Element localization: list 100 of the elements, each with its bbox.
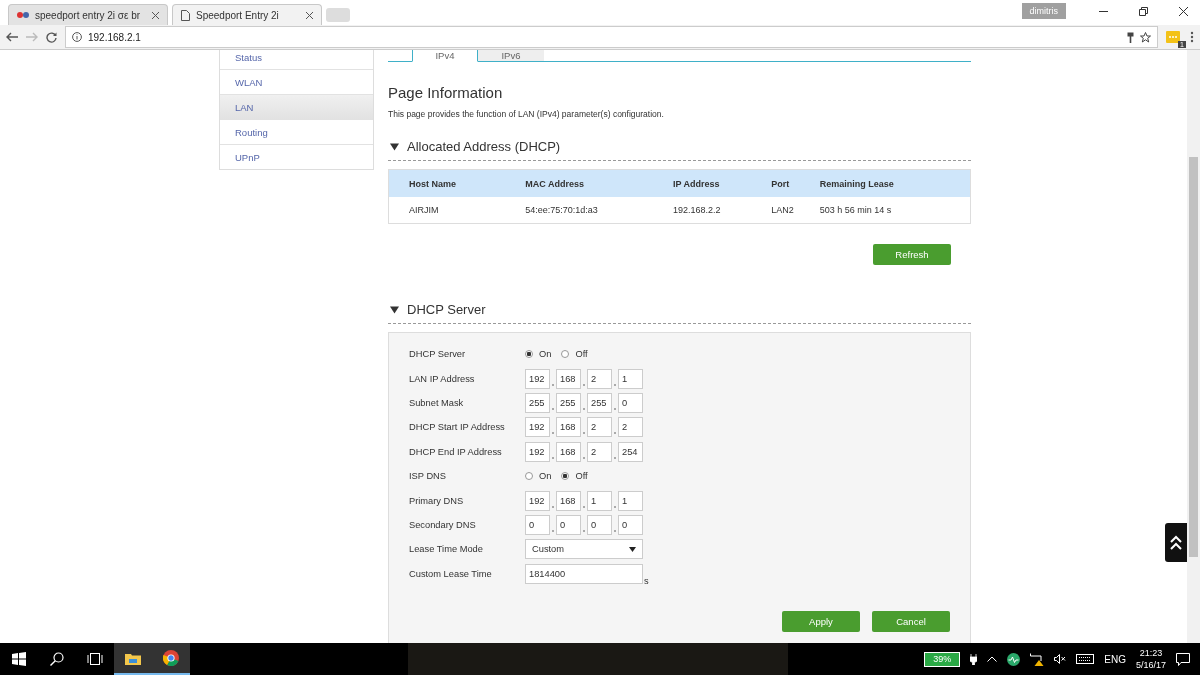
star-icon xyxy=(1140,31,1151,43)
sidebar-item[interactable]: Status xyxy=(220,50,373,69)
pulse-icon xyxy=(1007,652,1021,666)
octet-field[interactable]: 0 xyxy=(587,514,612,535)
octet-field[interactable]: 192 xyxy=(525,417,550,438)
dot-separator xyxy=(614,407,616,410)
octet-field[interactable]: 0 xyxy=(618,514,643,535)
octet-field[interactable]: 168 xyxy=(556,441,581,462)
octet-field[interactable]: 2 xyxy=(587,441,612,462)
table-cell: 503 h 56 min 14 s xyxy=(818,197,971,224)
octet-field[interactable]: 255 xyxy=(587,392,612,413)
octet-field[interactable]: 0 xyxy=(556,514,581,535)
field-label: ISP DNS xyxy=(409,471,448,482)
browser-tab[interactable]: Speedport Entry 2i xyxy=(172,4,322,25)
dot-separator xyxy=(583,505,585,508)
radio-label: Off xyxy=(575,349,588,360)
octet-field[interactable]: 192 xyxy=(525,368,550,389)
table-cell: AIRJIM xyxy=(388,197,525,224)
notification-icon xyxy=(1176,652,1190,666)
octet-field[interactable]: 255 xyxy=(525,392,550,413)
forward-icon xyxy=(26,32,38,42)
plug-icon xyxy=(970,653,978,665)
close-icon xyxy=(306,11,313,19)
octet-field[interactable]: 2 xyxy=(618,417,643,438)
field-label: DHCP End IP Address xyxy=(409,446,503,457)
dot-separator xyxy=(614,456,616,459)
keyboard-icon xyxy=(1076,654,1095,664)
file-explorer-button[interactable] xyxy=(114,643,152,675)
input-field[interactable]: 1814400 xyxy=(525,563,643,584)
dot-separator xyxy=(552,407,554,410)
sidebar-item[interactable]: UPnP xyxy=(220,144,373,169)
tab[interactable]: IPv6 xyxy=(478,50,544,61)
sidebar-item[interactable]: Routing xyxy=(220,119,373,144)
radio-button[interactable] xyxy=(525,350,533,359)
octet-field[interactable]: 1 xyxy=(587,490,612,511)
table-cell: 54:ee:75:70:1d:a3 xyxy=(524,197,673,224)
table-cell: 192.168.2.2 xyxy=(672,197,771,224)
search-icon xyxy=(50,652,64,666)
unit-label: s xyxy=(644,575,649,586)
column-header: IP Address xyxy=(672,169,771,197)
field-label: DHCP Start IP Address xyxy=(409,422,506,433)
octet-field[interactable]: 2 xyxy=(587,417,612,438)
field-label: LAN IP Address xyxy=(409,373,476,384)
dot-separator xyxy=(552,383,554,386)
back-icon xyxy=(6,32,18,42)
collapse-triangle-icon[interactable] xyxy=(390,142,399,151)
task-view-icon xyxy=(87,653,103,665)
browser-logo-icon xyxy=(163,650,179,666)
radio-button[interactable] xyxy=(561,472,570,481)
sidebar-item[interactable]: LAN xyxy=(220,94,373,119)
radio-button[interactable] xyxy=(525,472,533,481)
scrollbar[interactable] xyxy=(1187,50,1200,643)
address-bar[interactable]: 192.168.2.1 xyxy=(65,26,1158,48)
octet-field[interactable]: 254 xyxy=(618,441,643,462)
double-chevron-icon xyxy=(1170,534,1182,551)
octet-field[interactable]: 1 xyxy=(618,490,643,511)
folder-icon xyxy=(125,651,141,665)
field-label: Custom Lease Time xyxy=(409,568,493,579)
column-header: Host Name xyxy=(388,169,525,197)
back-to-top-button[interactable] xyxy=(1165,523,1187,562)
octet-field[interactable]: 192 xyxy=(525,441,550,462)
chevron-icon xyxy=(987,656,998,662)
page-description: This page provides the function of LAN (IPv4) parameter(s) configuration. xyxy=(388,109,665,119)
caret-icon xyxy=(629,546,636,552)
octet-field[interactable]: 0 xyxy=(618,392,643,413)
dot-separator xyxy=(583,407,585,410)
octet-field[interactable]: 192 xyxy=(525,490,550,511)
octet-field[interactable]: 2 xyxy=(587,368,612,389)
language-indicator[interactable]: ENG xyxy=(1104,653,1126,665)
browser-taskbar-button[interactable] xyxy=(152,643,190,675)
dot-separator xyxy=(614,383,616,386)
tab[interactable]: IPv4 xyxy=(412,50,478,62)
octet-field[interactable]: 255 xyxy=(556,392,581,413)
octet-field[interactable]: 1 xyxy=(618,368,643,389)
eyes-icon xyxy=(17,11,29,19)
octet-field[interactable]: 168 xyxy=(556,368,581,389)
page-icon xyxy=(181,9,190,21)
field-label: DHCP Server xyxy=(409,349,467,360)
field-label: Lease Time Mode xyxy=(409,544,484,555)
table-cell: LAN2 xyxy=(770,197,819,224)
close-icon xyxy=(152,11,159,19)
network-warning-icon xyxy=(1030,652,1045,666)
octet-field[interactable]: 168 xyxy=(556,417,581,438)
info-icon xyxy=(72,32,82,42)
radio-label: Off xyxy=(575,471,588,482)
radio-button[interactable] xyxy=(561,350,570,359)
octet-field[interactable]: 168 xyxy=(556,490,581,511)
close-icon xyxy=(1178,6,1188,16)
column-header: Remaining Lease xyxy=(818,169,971,197)
collapse-triangle-icon[interactable] xyxy=(390,305,399,314)
lease-mode-dropdown[interactable]: Custom xyxy=(525,539,643,560)
field-label: Primary DNS xyxy=(409,495,465,506)
section-title: DHCP Server xyxy=(407,302,486,317)
octet-field[interactable]: 0 xyxy=(525,514,550,535)
dot-separator xyxy=(614,505,616,508)
browser-tab[interactable]: speedport entry 2i σε br xyxy=(8,4,168,25)
clock[interactable]: 21:23 5/16/17 xyxy=(1135,647,1166,671)
dot-separator xyxy=(583,529,585,532)
minimize-icon xyxy=(1098,10,1108,12)
windows-logo-icon xyxy=(12,652,26,666)
